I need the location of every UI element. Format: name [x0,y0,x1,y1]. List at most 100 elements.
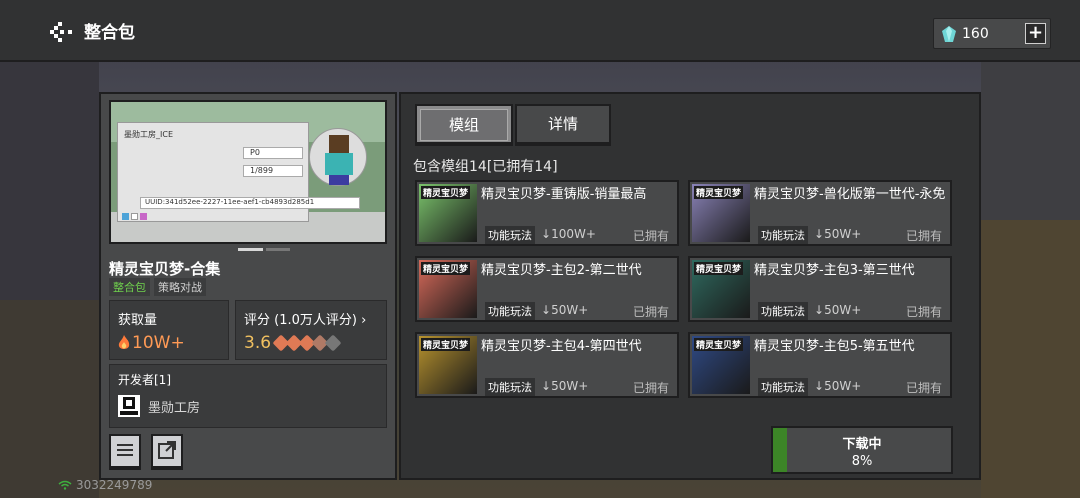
mod-downloads: 50W+ [551,379,589,393]
chevron-right-icon: › [361,313,367,328]
preview-image[interactable]: 墨勋工房_ICE P0 1/899 UUID:341d52ee-2227-11e… [109,100,387,244]
mod-name: 精灵宝贝梦-主包3-第三世代 [754,263,915,278]
tab-mods[interactable]: 模组 [415,104,513,146]
steve-body [325,153,353,175]
mod-card[interactable]: 精灵宝贝梦 精灵宝贝梦-主包3-第三世代功能玩法 ↓50W+ 已拥有 [688,256,952,322]
mod-thumbnail: 精灵宝贝梦 [692,336,750,394]
mod-category: 功能玩法 [758,302,808,320]
currency-amount: 160 [962,25,989,42]
mod-category: 功能玩法 [758,226,808,244]
add-currency-button[interactable]: + [1025,23,1046,44]
mod-thumbnail: 精灵宝贝梦 [419,336,477,394]
download-arrow-icon: ↓ [814,227,825,241]
pack-title: 精灵宝贝梦-合集 [109,260,221,278]
rating-label: 评分 (1.0万人评分) [244,313,357,328]
diamond-icon [942,25,956,42]
flame-icon [118,335,130,349]
mod-name: 精灵宝贝梦-主包4-第四世代 [481,339,642,354]
developer-section: 开发者[1] 墨勋工房 [109,364,387,428]
tab-details-label: 详情 [547,115,578,133]
mod-name: 精灵宝贝梦-主包5-第五世代 [754,339,915,354]
mod-name: 精灵宝贝梦-兽化版第一世代-永免 [754,187,946,202]
mod-thumbnail-label: 精灵宝贝梦 [421,338,471,351]
plus-icon: + [1027,22,1044,43]
downloads-value: 10W+ [132,333,185,353]
mod-thumbnail-label: 精灵宝贝梦 [694,186,744,199]
mod-thumbnail-label: 精灵宝贝梦 [694,262,744,275]
download-arrow-icon: ↓ [541,227,552,241]
downloads-stat: 获取量 10W+ [109,300,229,360]
mod-category: 功能玩法 [485,378,535,396]
carousel-indicator [238,248,290,251]
rating-stat[interactable]: 评分 (1.0万人评分) › 3.6 [235,300,387,360]
mod-downloads: 50W+ [824,227,862,241]
share-button[interactable] [151,434,183,470]
download-status: 下载中 [842,437,882,452]
mod-card[interactable]: 精灵宝贝梦 精灵宝贝梦-兽化版第一世代-永免功能玩法 ↓50W+ 已拥有 [688,180,952,246]
mod-thumbnail-label: 精灵宝贝梦 [421,262,471,275]
download-progress-button[interactable]: 下载中 8% [771,426,953,474]
mod-thumbnail: 精灵宝贝梦 [419,260,477,318]
download-arrow-icon: ↓ [814,303,825,317]
tab-details[interactable]: 详情 [515,104,611,146]
preview-field-p: P0 [243,147,303,159]
mod-owned-status: 已拥有 [905,381,942,395]
currency-display: 160 + [933,18,1051,49]
wifi-icon [58,480,72,490]
page-title: 整合包 [84,23,135,43]
developer-logo[interactable] [118,395,140,417]
back-button[interactable] [48,20,76,44]
mod-downloads: 50W+ [551,303,589,317]
preview-avatar-ring [309,128,367,186]
mod-card[interactable]: 精灵宝贝梦 精灵宝贝梦-主包5-第五世代 功能玩法 ↓50W+ 已拥有 [688,332,952,398]
developer-label: 开发者[1] [118,373,171,387]
mod-thumbnail: 精灵宝贝梦 [419,184,477,242]
list-icon [117,444,133,456]
mod-card[interactable]: 精灵宝贝梦 精灵宝贝梦-重铸版-销量最高 功能玩法 ↓100W+ 已拥有 [415,180,679,246]
mod-owned-status: 已拥有 [632,381,669,395]
content-panel: 模组 详情 包含模组14[已拥有14] 精灵宝贝梦 精灵宝贝梦-重铸版-销量最高功… [399,92,981,480]
mod-thumbnail: 精灵宝贝梦 [692,260,750,318]
mod-owned-status: 已拥有 [632,229,669,243]
mod-downloads: 50W+ [824,303,862,317]
download-arrow-icon: ↓ [814,379,825,393]
tag-list: 整合包 策略对战 [109,278,206,296]
rating-star-icon [324,334,342,352]
mod-name: 精灵宝贝梦-主包2-第二世代 [481,263,642,278]
list-button[interactable] [109,434,141,470]
background-terrain [0,300,99,498]
steve-head [329,135,349,153]
external-link-icon [158,441,176,459]
developer-name[interactable]: 墨勋工房 [148,397,200,416]
rating-stars [272,334,342,352]
tag-strategy: 策略对战 [154,278,206,296]
preview-field-count: 1/899 [243,165,303,177]
rating-value: 3.6 [244,333,272,353]
preview-uuid: UUID:341d52ee-2227-11ee-aef1-cb4893d285d… [140,197,360,209]
mod-category: 功能玩法 [485,226,535,244]
downloads-label: 获取量 [118,313,158,328]
mods-heading: 包含模组14[已拥有14] [413,159,558,175]
mod-owned-status: 已拥有 [905,229,942,243]
download-arrow-icon: ↓ [541,303,552,317]
download-arrow-icon: ↓ [541,379,552,393]
mod-card[interactable]: 精灵宝贝梦 精灵宝贝梦-主包2-第二世代功能玩法 ↓50W+ 已拥有 [415,256,679,322]
mod-card[interactable]: 精灵宝贝梦 精灵宝贝梦-主包4-第四世代功能玩法 ↓50W+ 已拥有 [415,332,679,398]
preview-player-name: 墨勋工房_ICE [124,130,173,139]
preview-card: 墨勋工房_ICE P0 1/899 UUID:341d52ee-2227-11e… [117,122,360,222]
user-id: 3032249789 [76,478,153,492]
mod-thumbnail-label: 精灵宝贝梦 [421,186,471,199]
mod-downloads: 50W+ [824,379,862,393]
mod-thumbnail-label: 精灵宝贝梦 [694,338,744,351]
mod-owned-status: 已拥有 [905,305,942,319]
mod-owned-status: 已拥有 [632,305,669,319]
mod-category: 功能玩法 [485,302,535,320]
top-bar: 整合包 160 + [0,0,1080,62]
mod-downloads: 100W+ [551,227,596,241]
download-percent: 8% [851,454,873,469]
pack-info-panel: 墨勋工房_ICE P0 1/899 UUID:341d52ee-2227-11e… [99,92,397,480]
tab-mods-label: 模组 [420,109,508,141]
background-hill [981,220,1080,498]
mod-thumbnail: 精灵宝贝梦 [692,184,750,242]
tag-modpack: 整合包 [109,278,150,296]
